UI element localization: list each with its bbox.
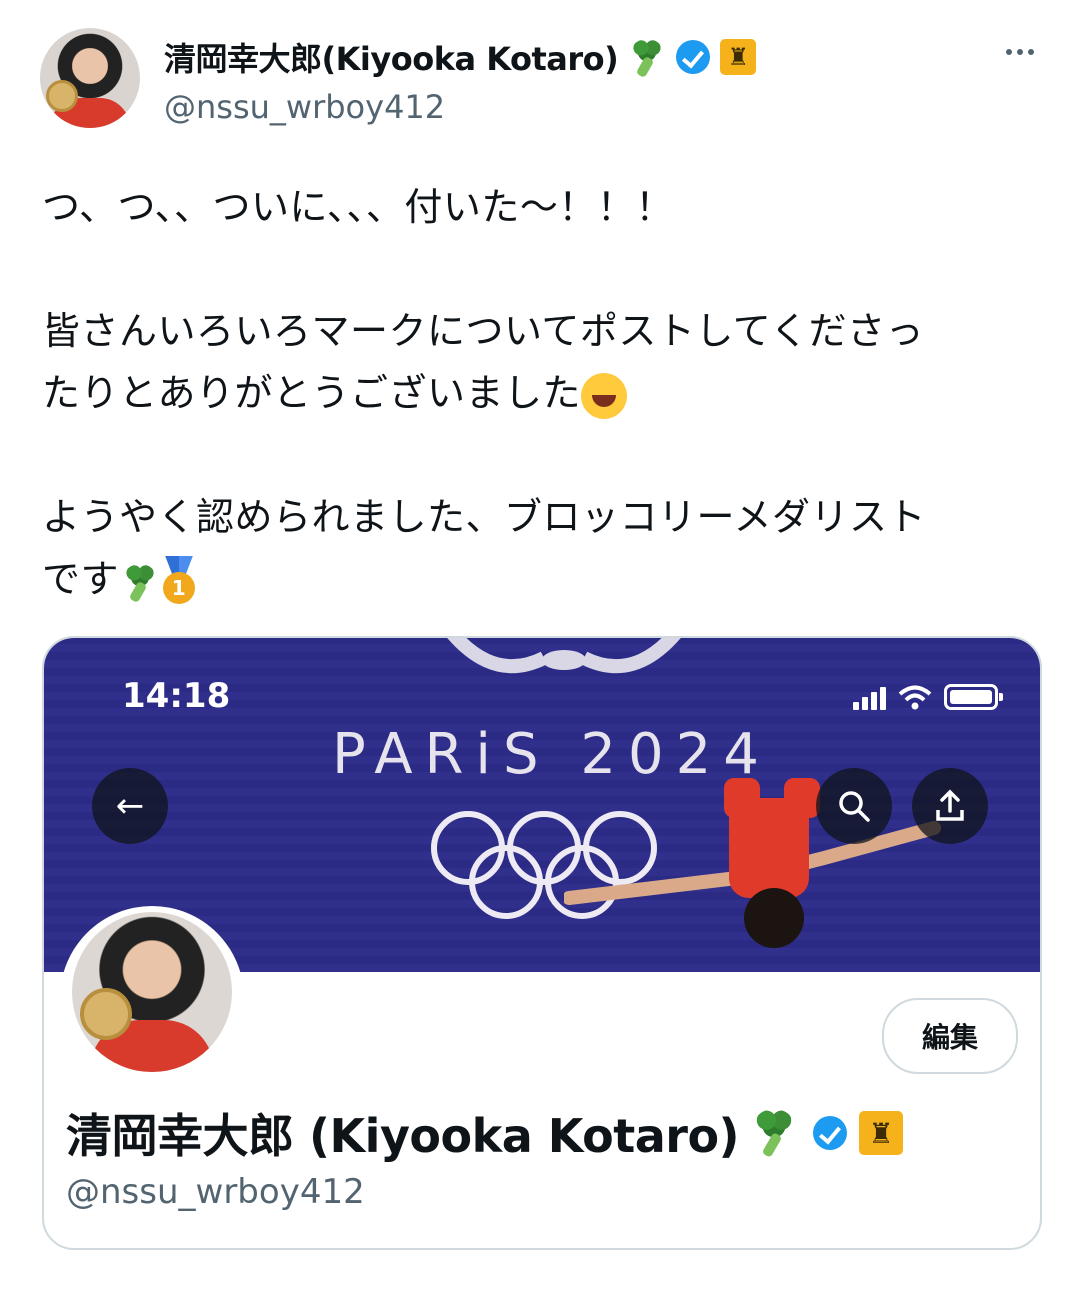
tweet-line: 皆さんいろいろマークについてポストしてくださっ (42, 309, 925, 353)
status-time: 14:18 (122, 676, 231, 716)
tweet-text: つ、つ、、ついに、、、付いた〜！！！ 皆さんいろいろマークについてポストしてくだ… (42, 176, 1042, 610)
profile-display-name: 清岡幸大郎 (Kiyooka Kotaro) (66, 1109, 740, 1163)
back-arrow-icon[interactable]: ← (92, 768, 168, 844)
author-name-row: 清岡幸大郎(Kiyooka Kotaro) ♜ (164, 34, 757, 80)
broccoli-icon (119, 562, 159, 603)
avatar-medal (46, 80, 78, 112)
broccoli-icon (626, 37, 666, 79)
share-icon[interactable] (912, 768, 988, 844)
broccoli-icon (749, 1107, 801, 1159)
profile-name-row: 清岡幸大郎 (Kiyooka Kotaro) ♜ (66, 1100, 904, 1166)
search-icon[interactable] (816, 768, 892, 844)
avatar-medal (80, 988, 132, 1040)
author-handle[interactable]: @nssu_wrboy412 (164, 88, 445, 126)
signal-icon (853, 687, 886, 710)
tweet-line: ようやく認められました、ブロッコリーメダリスト (42, 495, 926, 539)
laughing-emoji-icon (581, 372, 628, 419)
paris-logo-emblem (447, 638, 681, 674)
tweet-line: つ、つ、、ついに、、、付いた〜！！！ (42, 185, 674, 229)
verified-icon[interactable] (811, 1114, 849, 1152)
battery-icon (944, 684, 1003, 710)
profile-handle: @nssu_wrboy412 (66, 1172, 365, 1212)
gold-medal-icon: 1 (159, 555, 199, 608)
tweet-line: たりとありがとうございました (42, 362, 1042, 424)
author-display-name[interactable]: 清岡幸大郎(Kiyooka Kotaro) (164, 34, 619, 80)
tweet-line: です 1 (42, 548, 1042, 610)
author-avatar[interactable] (40, 28, 140, 128)
more-icon[interactable] (1000, 32, 1040, 72)
eiffel-tower-icon: ♜ (720, 39, 757, 75)
wifi-icon (898, 685, 932, 710)
profile-avatar[interactable] (60, 906, 244, 1090)
tweet-line-text: です (42, 557, 120, 601)
verified-icon[interactable] (674, 38, 712, 76)
edit-profile-button[interactable]: 編集 (882, 998, 1018, 1074)
tweet-line-text: たりとありがとうございました (42, 371, 582, 415)
attached-screenshot-card[interactable]: PARiS 2024 14:18 ← 編集 清岡幸大郎 (Kiyooka Kot… (42, 636, 1042, 1250)
eiffel-tower-icon: ♜ (859, 1111, 904, 1155)
tweet-header: 清岡幸大郎(Kiyooka Kotaro) ♜ @nssu_wrboy412 (40, 28, 1040, 132)
status-icons (853, 684, 1003, 710)
